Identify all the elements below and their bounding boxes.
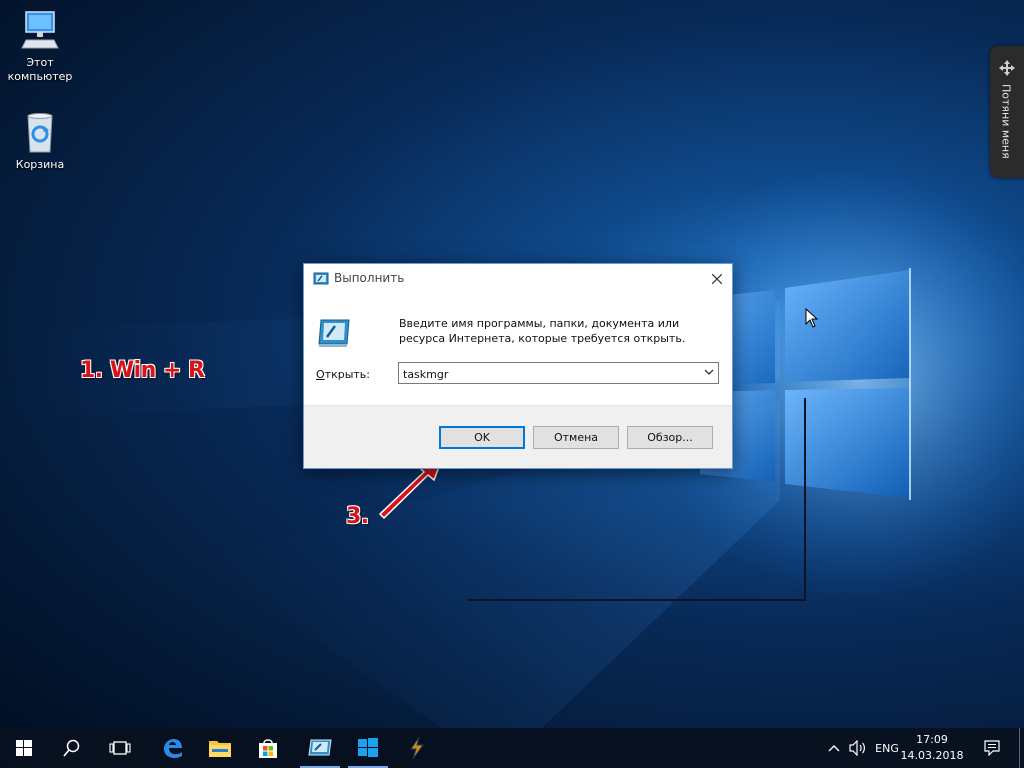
windows-app-icon [358, 738, 378, 757]
chevron-down-icon[interactable] [704, 369, 714, 377]
volume-icon [849, 740, 865, 756]
run-dialog-footer: OK Отмена Обзор... [304, 405, 732, 468]
task-view-icon [109, 741, 131, 755]
run-dialog-title: Выполнить [334, 271, 405, 285]
start-button[interactable] [0, 728, 48, 768]
action-center-button[interactable] [976, 728, 1008, 768]
open-input[interactable] [399, 364, 689, 385]
recycle-bin-label: Корзина [15, 158, 65, 171]
this-pc-label-line1: Этот [26, 56, 54, 69]
close-button[interactable] [702, 264, 732, 294]
task-view-button[interactable] [96, 728, 144, 768]
close-icon [712, 274, 722, 284]
store-icon [259, 739, 277, 758]
this-pc-label-line2: компьютер [7, 70, 73, 83]
browse-button[interactable]: Обзор... [627, 426, 713, 449]
search-icon [63, 739, 80, 757]
taskbar: ENG 17:09 14.03.2018 [0, 728, 1024, 768]
search-button[interactable] [48, 728, 96, 768]
taskbar-store[interactable] [244, 728, 292, 768]
volume-button[interactable] [846, 728, 870, 768]
move-arrows-icon [999, 60, 1015, 76]
run-dialog-body: Введите имя программы, папки, документа … [304, 294, 732, 407]
this-pc-icon [21, 11, 59, 49]
tool-app-icon [410, 736, 424, 760]
cancel-button[interactable]: Отмена [533, 426, 619, 449]
open-label-accelerator: О [316, 368, 325, 381]
annotation-step3: 3. [346, 504, 369, 529]
taskbar-clock[interactable]: 17:09 14.03.2018 [892, 732, 972, 764]
notifications-icon [984, 740, 1000, 756]
open-label-text: ткрыть: [324, 368, 370, 381]
open-combobox[interactable] [398, 362, 719, 385]
run-dialog-titlebar[interactable]: Выполнить [304, 264, 732, 294]
clock-date: 14.03.2018 [900, 749, 964, 762]
recycle-bin-icon [27, 113, 53, 153]
desktop-icon-this-pc[interactable]: Этот компьютер [0, 10, 80, 84]
clock-time: 17:09 [916, 733, 948, 746]
run-dialog: Выполнить Введите имя программы, папки, … [303, 263, 733, 469]
chevron-up-icon [828, 745, 840, 752]
ok-button[interactable]: OK [439, 426, 525, 449]
open-label: Открыть: [316, 368, 370, 381]
run-app-icon [313, 272, 329, 285]
side-panel-label: Потяни меня [999, 84, 1013, 159]
start-icon [16, 740, 32, 756]
taskbar-windows-app[interactable] [344, 728, 392, 768]
mouse-cursor-icon [805, 308, 819, 328]
annotation-step1: 1. Win + R [80, 358, 205, 383]
file-explorer-icon [209, 741, 231, 757]
taskbar-file-explorer[interactable] [196, 728, 244, 768]
show-desktop-button[interactable] [1019, 728, 1024, 768]
desktop-icon-recycle-bin[interactable]: Корзина [0, 112, 80, 172]
drag-side-panel[interactable]: Потяни меня [990, 46, 1024, 178]
tray-overflow-button[interactable] [822, 728, 846, 768]
taskbar-tool[interactable] [392, 728, 440, 768]
run-large-icon [318, 319, 350, 347]
run-app-icon [308, 739, 332, 756]
taskbar-edge[interactable] [148, 728, 196, 768]
taskbar-run[interactable] [296, 728, 344, 768]
edge-icon [164, 739, 182, 758]
run-dialog-description: Введите имя программы, папки, документа … [399, 317, 686, 345]
